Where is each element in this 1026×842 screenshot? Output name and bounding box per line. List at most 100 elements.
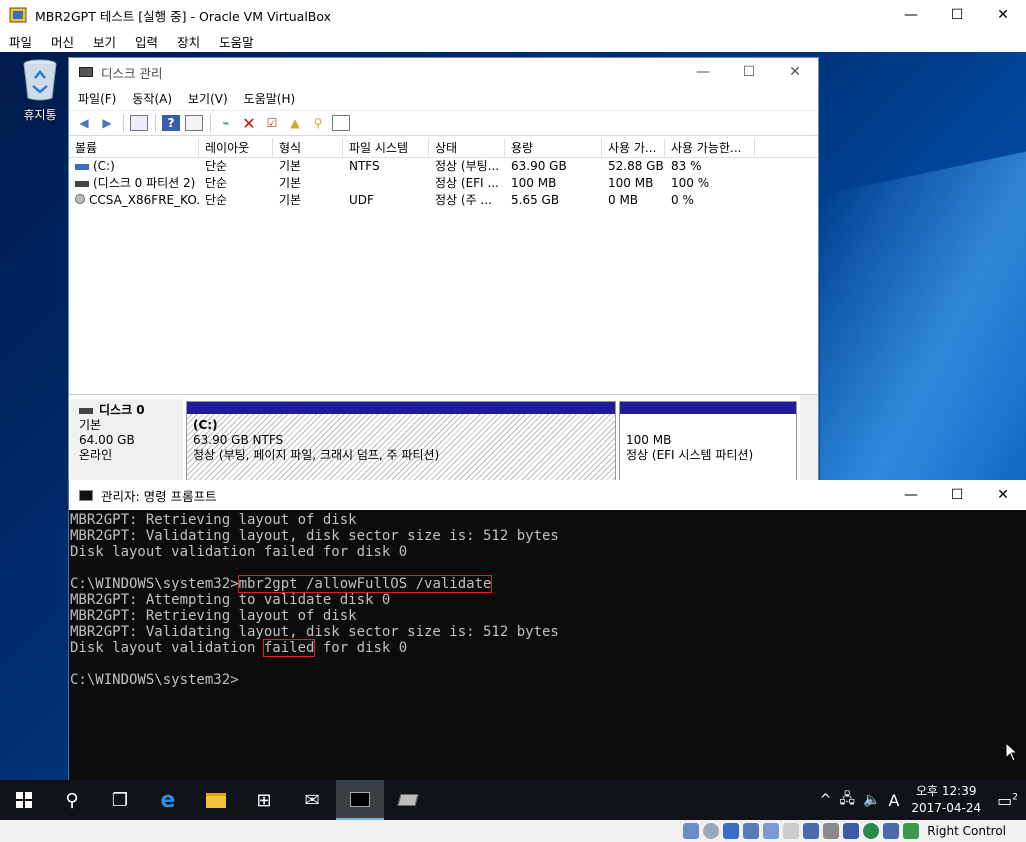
col-filesystem[interactable]: 파일 시스템 (343, 138, 429, 157)
cell: CCSA_X86FRE_KO... (89, 193, 199, 207)
connect-icon[interactable]: ⌁ (217, 115, 235, 131)
highlighted-command: mbr2gpt /allowFullOS /validate (237, 575, 493, 593)
usb-status-icon[interactable] (763, 823, 780, 839)
back-arrow-icon[interactable]: ◀ (75, 115, 93, 131)
check-icon[interactable]: ☑ (263, 115, 281, 131)
audio-status-icon[interactable] (723, 823, 740, 839)
table-row[interactable]: (디스크 0 파티션 2) 단순 기본 정상 (EFI ... 100 MB 1… (69, 175, 818, 192)
dm-menu-action[interactable]: 동작(A) (132, 90, 172, 107)
partition-bar (187, 402, 615, 414)
vbox-menu-devices[interactable]: 장치 (177, 32, 200, 51)
hard-disk-status-icon[interactable] (683, 823, 700, 839)
cell: 정상 (EFI ... (435, 176, 499, 190)
cmd-maximize-button[interactable]: ☐ (934, 480, 980, 510)
keyboard-capture-icon[interactable] (903, 823, 920, 839)
dm-menu-view[interactable]: 보기(V) (188, 90, 228, 107)
forward-arrow-icon[interactable]: ▶ (98, 115, 116, 131)
display-status-icon[interactable] (803, 823, 820, 839)
task-view-icon[interactable]: ❐ (96, 780, 144, 820)
disk-graphical-view: 디스크 0 기본 64.00 GB 온라인 (C:) 63.90 GB NTFS… (69, 394, 818, 486)
start-windows-icon[interactable] (0, 780, 48, 820)
table-row[interactable]: CCSA_X86FRE_KO... 단순 기본 UDF 정상 (주 ... 5.… (69, 192, 818, 209)
cmd-taskbar-icon[interactable] (336, 780, 384, 820)
volume-list-header: 볼륨 레이아웃 형식 파일 시스템 상태 용량 사용 가... 사용 가능한..… (69, 138, 818, 158)
vbox-minimize-button[interactable]: — (888, 0, 934, 30)
cell: 기본 (279, 176, 302, 190)
virtualbox-icon (9, 7, 27, 23)
volume-icon[interactable]: 🔈 (863, 792, 880, 808)
col-capacity[interactable]: 용량 (505, 138, 602, 157)
col-layout[interactable]: 레이아웃 (199, 138, 273, 157)
search-icon[interactable]: ⚲ (48, 780, 96, 820)
search-folder-icon[interactable]: ⚲ (309, 115, 327, 131)
dm-menu-help[interactable]: 도움말(H) (244, 90, 296, 107)
dvd-icon (75, 194, 85, 204)
video-capture-status-icon[interactable] (823, 823, 840, 839)
table-row[interactable]: (C:) 단순 기본 NTFS 정상 (부팅... 63.90 GB 52.88… (69, 158, 818, 175)
chevron-up-icon[interactable]: ^ (820, 792, 832, 808)
vbox-menu-machine[interactable]: 머신 (51, 32, 74, 51)
vbox-close-button[interactable]: ✕ (980, 0, 1026, 30)
disk0-info[interactable]: 디스크 0 기본 64.00 GB 온라인 (71, 399, 183, 483)
mail-icon[interactable]: ✉ (288, 780, 336, 820)
ime-indicator[interactable]: A (888, 791, 899, 810)
vbox-maximize-button[interactable]: ☐ (934, 0, 980, 30)
cmd-title-bar: 관리자: 명령 프롬프트 — ☐ ✕ (69, 480, 1026, 510)
mouse-integration-status-icon[interactable] (883, 823, 900, 839)
edge-browser-icon[interactable]: e (144, 780, 192, 820)
cmd-console[interactable]: MBR2GPT: Retrieving layout of disk MBR2G… (69, 510, 1026, 688)
shared-folders-status-icon[interactable] (783, 823, 800, 839)
cmd-minimize-button[interactable]: — (888, 480, 934, 510)
dm-minimize-button[interactable]: — (680, 58, 726, 86)
cmd-close-button[interactable]: ✕ (980, 480, 1026, 510)
col-free-space[interactable]: 사용 가... (602, 138, 665, 157)
file-explorer-icon[interactable] (192, 780, 240, 820)
folder-up-icon[interactable]: ▲ (286, 115, 304, 131)
console-line: MBR2GPT: Retrieving layout of disk (70, 608, 357, 624)
col-status[interactable]: 상태 (429, 138, 505, 157)
help-icon[interactable]: ? (162, 115, 180, 131)
store-icon[interactable]: ⊞ (240, 780, 288, 820)
vbox-menu-view[interactable]: 보기 (93, 32, 116, 51)
console-tree-icon[interactable] (130, 115, 148, 131)
col-type[interactable]: 형식 (273, 138, 343, 157)
delete-icon[interactable]: ✕ (240, 114, 258, 133)
network-icon[interactable]: 🖧 (839, 788, 855, 812)
partition-c[interactable]: (C:) 63.90 GB NTFS 정상 (부팅, 페이지 파일, 크래시 덤… (186, 401, 616, 483)
notification-count: 2 (1012, 792, 1018, 803)
properties-icon[interactable] (185, 115, 203, 131)
disk-view-scrollbar[interactable] (800, 395, 818, 485)
vbox-menu-input[interactable]: 입력 (135, 32, 158, 51)
dm-maximize-button[interactable]: ☐ (726, 58, 772, 86)
network-status-icon[interactable] (743, 823, 760, 839)
list-view-icon[interactable] (332, 115, 350, 131)
vbox-menu-help[interactable]: 도움말 (219, 32, 254, 51)
cell: 0 MB (608, 193, 639, 207)
vbox-menu-file[interactable]: 파일 (9, 32, 32, 51)
command-prompt-window: 관리자: 명령 프롬프트 — ☐ ✕ MBR2GPT: Retrieving l… (68, 480, 1026, 780)
disk0-size: 64.00 GB (79, 433, 135, 447)
col-volume[interactable]: 볼륨 (69, 138, 199, 157)
disk-management-icon (79, 67, 93, 77)
cell: 100 % (671, 176, 710, 190)
dm-close-button[interactable]: ✕ (772, 58, 818, 86)
disk-management-taskbar-icon[interactable] (384, 780, 432, 820)
partition-efi[interactable]: 100 MB 정상 (EFI 시스템 파티션) (619, 401, 797, 483)
dm-toolbar: ◀ ▶ ? ⌁ ✕ ☑ ▲ ⚲ (69, 110, 818, 136)
col-free-percent[interactable]: 사용 가능한... (665, 138, 755, 157)
dm-menu-file[interactable]: 파일(F) (78, 90, 116, 107)
optical-drive-status-icon[interactable] (703, 823, 720, 839)
console-prompt: C:\WINDOWS\system32> (70, 576, 239, 592)
notification-icon[interactable]: ▭2 (997, 791, 1018, 810)
recycle-bin[interactable]: 휴지통 (14, 58, 66, 123)
cmd-window-title: 관리자: 명령 프롬프트 (101, 488, 217, 504)
cpu-status-icon[interactable] (843, 823, 860, 839)
vt-x-status-icon[interactable] (863, 823, 880, 839)
volume-icon (75, 164, 89, 170)
cell: 63.90 GB (511, 159, 567, 173)
cell: (디스크 0 파티션 2) (93, 176, 196, 190)
cell: 5.65 GB (511, 193, 560, 207)
clock[interactable]: 오후 12:39 2017-04-24 (911, 783, 981, 817)
cell: UDF (349, 193, 374, 207)
